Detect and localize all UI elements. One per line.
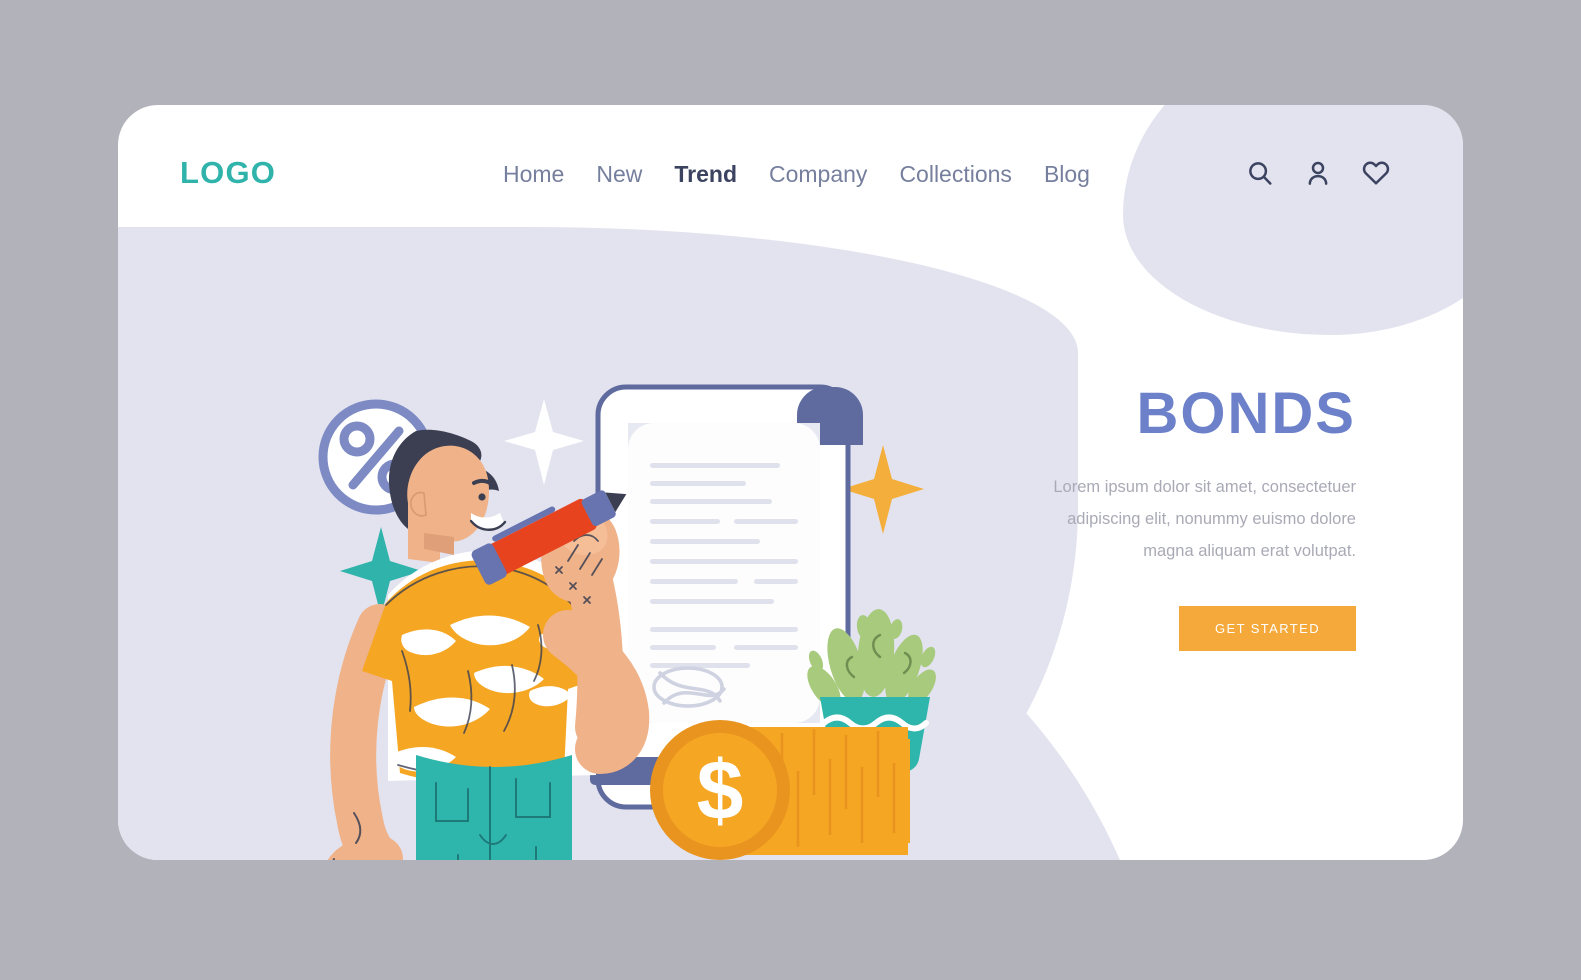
site-header: LOGO Home New Trend Company Collections … [118, 105, 1463, 265]
page-title: BONDS [1136, 381, 1356, 446]
sparkle-orange-icon [842, 445, 924, 534]
hero-text-block: BONDS Lorem ipsum dolor sit amet, consec… [1046, 385, 1356, 651]
page-root: LOGO Home New Trend Company Collections … [0, 0, 1581, 980]
svg-text:$: $ [697, 743, 744, 837]
hero-subtitle: Lorem ipsum dolor sit amet, consectetuer… [1053, 478, 1356, 561]
nav-item-home[interactable]: Home [503, 161, 564, 188]
nav-item-collections[interactable]: Collections [899, 161, 1012, 188]
user-icon[interactable] [1303, 158, 1333, 188]
sparkle-white-icon [504, 399, 584, 485]
get-started-button[interactable]: GET STARTED [1179, 605, 1356, 651]
nav-item-blog[interactable]: Blog [1044, 161, 1090, 188]
landing-card: LOGO Home New Trend Company Collections … [118, 105, 1463, 860]
illustration-svg: $ [318, 384, 936, 860]
dollar-coin: $ [650, 720, 790, 860]
nav-item-company[interactable]: Company [769, 161, 867, 188]
nav-item-trend[interactable]: Trend [674, 161, 737, 188]
nav-item-new[interactable]: New [596, 161, 642, 188]
header-icon-group [1245, 158, 1391, 188]
search-icon[interactable] [1245, 158, 1275, 188]
logo[interactable]: LOGO [180, 155, 276, 191]
main-navigation: Home New Trend Company Collections Blog [503, 161, 1090, 188]
heart-icon[interactable] [1361, 158, 1391, 188]
hero-illustration: $ [268, 335, 1068, 860]
